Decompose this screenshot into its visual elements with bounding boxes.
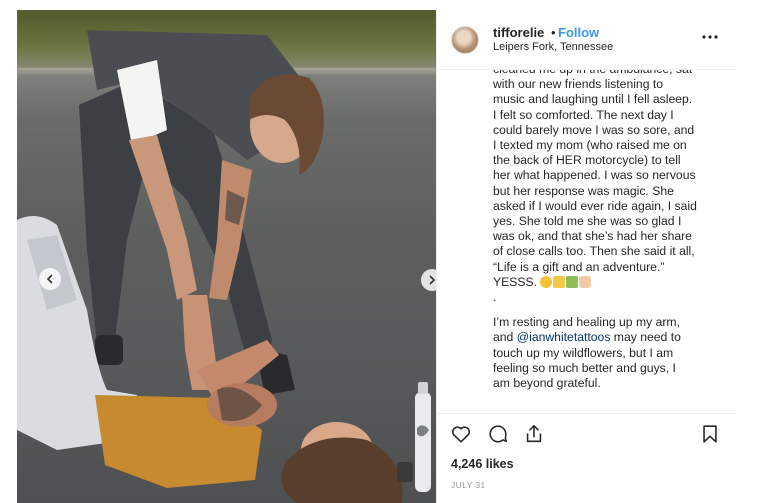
chevron-right-icon [429,275,436,285]
comment-icon [489,425,508,443]
like-button[interactable] [450,423,472,445]
yellow-heart-emoji-icon [553,275,566,288]
previous-photo-button[interactable] [39,268,61,290]
location-link[interactable]: Leipers Fork, Tennessee [493,41,613,53]
caption-line: with our new friends listening to [493,77,664,92]
herb-emoji-icon [566,275,579,288]
caption-line-mention: and @ianwhitetattoos may need to [493,330,729,345]
avatar[interactable] [451,26,479,54]
chevron-left-icon [46,274,53,284]
post-photo[interactable] [17,10,436,503]
comment-button[interactable] [487,423,509,445]
caption-line: “Life is a gift and an adventure.” [493,259,665,274]
caption-line: the back of HER motorcycle) to tell [493,153,681,168]
post-side-panel: tifforelie • Follow Leipers Fork, Tennes… [436,10,736,503]
crying-laughing-emoji-icon [540,275,553,288]
caption-line: was ok, and that she’s had her share [493,229,692,244]
share-button[interactable] [523,423,545,445]
caption-line: could barely move I was so sore, and [493,122,695,137]
ellipsis-icon[interactable] [701,30,719,44]
mention-link[interactable]: @ianwhitetattoos [517,330,611,344]
separator-dot: • [551,25,556,40]
caption-line: yes. She told me she was so glad I [493,214,682,229]
caption-line: but her response was magic. She [493,183,674,198]
post-actions: 4,246 likes JULY 31 [437,413,736,503]
caption-line: I felt so comforted. The next day I [493,107,674,122]
caption-line: I’m resting and healing up my arm, [493,315,680,330]
emoji-group [540,275,592,288]
caption-text: cleaned me up in the ambulance, sat with… [493,62,729,414]
caption-text-fragment: may need to [610,330,681,345]
username-link[interactable]: tifforelie [493,25,544,40]
caption-line: I texted my mom (who raised me on [493,138,687,153]
heart-icon [452,426,470,443]
post-header: tifforelie • Follow Leipers Fork, Tennes… [437,10,736,70]
save-button[interactable] [699,423,721,445]
caption-line: feeling so much better and guys, I [493,360,676,375]
praying-hands-emoji-icon [579,275,592,288]
caption-text-fragment: and [493,330,517,345]
caption-line: asked if I would ever ride again, I said [493,198,697,213]
likes-count[interactable]: 4,246 likes [451,457,514,471]
caption-line: am beyond grateful. [493,376,601,391]
caption-line-yess: YESSS. [493,275,729,290]
photo-illustration [17,30,436,503]
caption-line: of close calls too. Then she said it all… [493,244,695,259]
caption-dot: . [493,290,497,305]
next-photo-button[interactable] [421,269,436,291]
share-icon [526,424,542,443]
post-date: JULY 31 [451,480,486,490]
caption-line: music and laughing until I fell asleep. [493,92,693,107]
caption-yess-text: YESSS. [493,274,538,289]
caption-line: her what happened. I was so nervous [493,168,696,183]
bookmark-icon [703,425,717,443]
caption-line: touch up my wildflowers, but I am [493,345,674,360]
follow-button[interactable]: Follow [558,25,599,40]
